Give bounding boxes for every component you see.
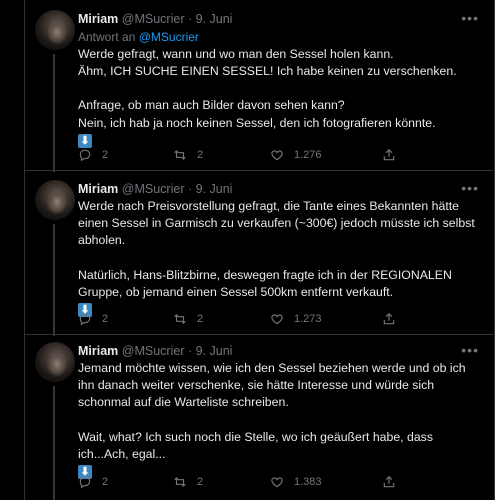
more-horizontal-icon[interactable]: ••• xyxy=(461,342,479,358)
reply-button[interactable]: 2 xyxy=(78,475,108,489)
tweet-date[interactable]: 9. Juni xyxy=(196,182,233,196)
display-name[interactable]: Miriam xyxy=(78,182,118,196)
share-button[interactable] xyxy=(382,475,396,489)
like-count: 1.276 xyxy=(294,149,322,161)
thread-connector-line xyxy=(53,386,55,500)
like-count: 1.383 xyxy=(294,476,322,488)
heart-icon xyxy=(271,150,283,161)
more-horizontal-icon[interactable]: ••• xyxy=(461,180,479,196)
more-horizontal-icon[interactable]: ••• xyxy=(461,10,479,26)
avatar[interactable] xyxy=(35,342,75,382)
tweet-paragraph: Natürlich, Hans-Blitzbirne, deswegen fra… xyxy=(78,267,452,299)
reply-button[interactable]: 2 xyxy=(78,312,108,326)
tweet-paragraph: Wait, what? Ich such noch die Stelle, wo… xyxy=(78,429,433,461)
reply-prefix: Antwort an xyxy=(78,30,136,44)
reply-count: 2 xyxy=(102,313,109,325)
tweet-header: Miriam @MSucrier · 9. Juni xyxy=(78,182,232,196)
tweet[interactable]: Miriam @MSucrier · 9. Juni ••• Antwort a… xyxy=(24,0,493,172)
tweet-date[interactable]: 9. Juni xyxy=(196,12,233,26)
tweet-text: Werde nach Preisvorstellung gefragt, die… xyxy=(78,198,483,318)
user-handle[interactable]: @MSucrier xyxy=(122,344,185,358)
tweet-paragraph: Werde nach Preisvorstellung gefragt, die… xyxy=(78,199,475,248)
retweet-icon xyxy=(174,314,186,324)
avatar[interactable] xyxy=(35,180,75,220)
separator: · xyxy=(187,12,193,26)
user-handle[interactable]: @MSucrier xyxy=(122,182,185,196)
tweet[interactable]: Miriam @MSucrier · 9. Juni ••• Jemand mö… xyxy=(24,334,493,500)
tweet-header: Miriam @MSucrier · 9. Juni xyxy=(78,344,232,358)
like-count: 1.273 xyxy=(294,313,322,325)
display-name[interactable]: Miriam xyxy=(78,12,118,26)
thread-connector-line xyxy=(53,54,55,172)
reply-icon xyxy=(79,313,91,326)
share-icon xyxy=(383,312,395,325)
retweet-button[interactable]: 2 xyxy=(173,312,203,326)
retweet-icon xyxy=(174,150,186,160)
display-name[interactable]: Miriam xyxy=(78,344,118,358)
share-icon xyxy=(383,148,395,161)
retweet-count: 2 xyxy=(197,476,204,488)
avatar[interactable] xyxy=(35,10,75,50)
reply-icon xyxy=(79,149,91,162)
down-arrow-emoji-icon: ⬇ xyxy=(78,133,92,148)
like-button[interactable]: 1.273 xyxy=(270,312,322,326)
user-handle[interactable]: @MSucrier xyxy=(122,12,185,26)
like-button[interactable]: 1.276 xyxy=(270,148,322,162)
retweet-icon xyxy=(174,477,186,487)
retweet-count: 2 xyxy=(197,149,204,161)
reply-count: 2 xyxy=(102,476,109,488)
heart-icon xyxy=(271,477,283,488)
share-icon xyxy=(383,475,395,488)
tweet-paragraph: Werde gefragt, wann und wo man den Sesse… xyxy=(78,47,457,79)
retweet-button[interactable]: 2 xyxy=(173,475,203,489)
tweet-paragraph: Anfrage, ob man auch Bilder davon sehen … xyxy=(78,98,436,130)
reply-count: 2 xyxy=(102,149,109,161)
separator: · xyxy=(187,344,193,358)
reply-context: Antwort an @MSucrier xyxy=(78,30,199,44)
separator: · xyxy=(187,182,193,196)
like-button[interactable]: 1.383 xyxy=(270,475,322,489)
tweet-text: Jemand möchte wissen, wie ich den Sessel… xyxy=(78,360,483,480)
tweet-header: Miriam @MSucrier · 9. Juni xyxy=(78,12,232,26)
share-button[interactable] xyxy=(382,312,396,326)
tweet-paragraph: Jemand möchte wissen, wie ich den Sessel… xyxy=(78,361,466,410)
share-button[interactable] xyxy=(382,148,396,162)
heart-icon xyxy=(271,314,283,325)
retweet-count: 2 xyxy=(197,313,204,325)
reply-to-link[interactable]: @MSucrier xyxy=(139,30,199,44)
reply-button[interactable]: 2 xyxy=(78,148,108,162)
tweet-text: Werde gefragt, wann und wo man den Sesse… xyxy=(78,46,483,149)
reply-icon xyxy=(79,476,91,489)
tweet-date[interactable]: 9. Juni xyxy=(196,344,233,358)
retweet-button[interactable]: 2 xyxy=(173,148,203,162)
thread-connector-line xyxy=(53,224,55,336)
tweet[interactable]: Miriam @MSucrier · 9. Juni ••• Werde nac… xyxy=(24,170,493,336)
